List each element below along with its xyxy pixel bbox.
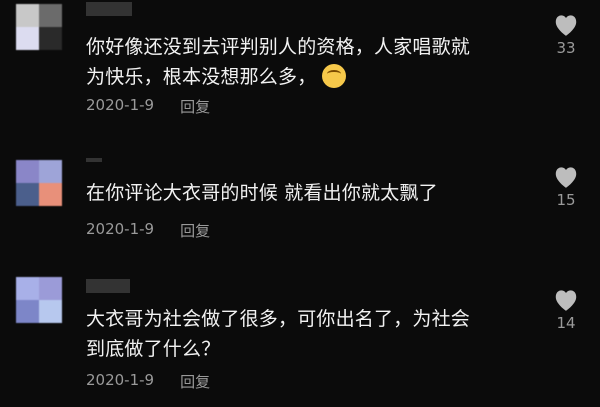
thinking-face-icon (322, 64, 347, 88)
like-count: 33 (556, 39, 576, 57)
comment-text: 大衣哥为社会做了很多，可你出名了，为社会 到底做了什么？ (86, 308, 471, 360)
username[interactable] (86, 158, 102, 162)
heart-icon (555, 290, 577, 311)
reply-button[interactable]: 回复 (180, 371, 210, 392)
username[interactable] (86, 279, 130, 293)
like-count: 14 (556, 314, 576, 332)
like-count: 15 (556, 191, 576, 209)
reply-button[interactable]: 回复 (180, 96, 210, 117)
avatar[interactable] (16, 4, 62, 50)
comment-date: 2020-1-9 (86, 96, 155, 114)
avatar[interactable] (16, 277, 62, 323)
reply-button[interactable]: 回复 (180, 220, 210, 241)
heart-icon (555, 15, 577, 36)
username[interactable] (86, 2, 132, 16)
comment-text: 你好像还没到去评判别人的资格，人家唱歌就 为快乐，根本没想那么多， (86, 36, 471, 88)
heart-icon (555, 167, 577, 188)
like-button[interactable]: 15 (548, 164, 584, 209)
comment-date: 2020-1-9 (86, 220, 155, 238)
like-button[interactable]: 14 (548, 287, 584, 332)
comment-date: 2020-1-9 (86, 371, 155, 389)
avatar[interactable] (16, 160, 62, 206)
like-button[interactable]: 33 (548, 12, 584, 57)
comment-text: 在你评论大衣哥的时候 就看出你就太飘了 (86, 182, 438, 204)
